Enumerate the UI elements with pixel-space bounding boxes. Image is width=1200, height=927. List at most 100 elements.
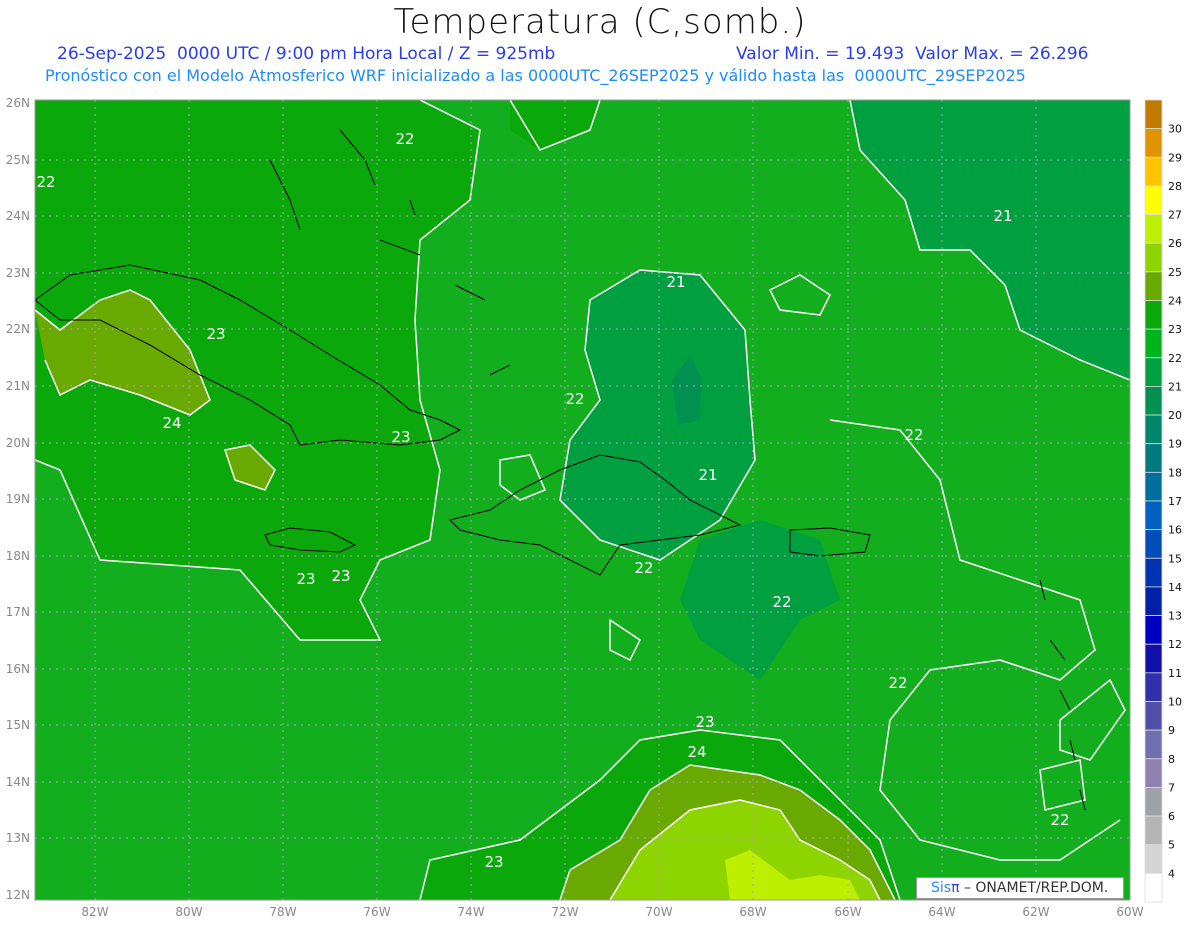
watermark-pi: π: [951, 880, 960, 896]
lon-label: 76W: [363, 905, 390, 919]
colorbar-swatch: [1144, 386, 1163, 416]
watermark: Sisπ – ONAMET/REP.DOM.: [916, 877, 1124, 899]
contour-label: 23: [391, 428, 410, 446]
colorbar-label: 23: [1168, 323, 1182, 336]
colorbar-swatch: [1144, 872, 1163, 903]
colorbar-swatch: [1144, 242, 1163, 273]
colorbar-label: 15: [1168, 552, 1182, 565]
lon-label: 78W: [269, 905, 296, 919]
contour-label: 21: [993, 207, 1012, 225]
lat-label: 13N: [6, 831, 30, 845]
temperature-map: 22 22 21 21 23 24 22 23 22 21 23 23 22 2…: [6, 96, 1182, 919]
colorbar-swatch: [1144, 471, 1163, 502]
colorbar-swatch: [1144, 701, 1163, 731]
colorbar-swatch: [1144, 99, 1163, 130]
colorbar: 30 29 28 27 26 25 24 23 22 21 20 19 18 17 16 15 14 13 12 11…: [1144, 99, 1182, 903]
colorbar-swatch: [1144, 414, 1163, 445]
colorbar-label: 28: [1168, 180, 1182, 193]
colorbar-label: 16: [1168, 524, 1182, 537]
colorbar-label: 30: [1168, 123, 1182, 136]
contour-label: 23: [695, 713, 714, 731]
contour-label: 21: [666, 273, 685, 291]
contour-label: 22: [634, 559, 653, 577]
contour-label: 22: [904, 426, 923, 444]
colorbar-swatch: [1144, 156, 1163, 187]
colorbar-label: 20: [1168, 409, 1182, 422]
colorbar-label: 5: [1168, 839, 1175, 852]
colorbar-label: 10: [1168, 696, 1182, 709]
lat-label: 26N: [6, 96, 30, 110]
contour-label: 24: [162, 414, 181, 432]
lon-axis: 82W 80W 78W 76W 74W 72W 70W 68W 66W 64W …: [81, 905, 1143, 919]
colorbar-swatch: [1144, 357, 1163, 387]
colorbar-label: 22: [1168, 352, 1182, 365]
lat-axis: 26N 25N 24N 23N 22N 21N 20N 19N 18N 17N …: [6, 96, 30, 902]
lat-label: 24N: [6, 209, 30, 223]
colorbar-swatch: [1144, 586, 1163, 616]
colorbar-swatch: [1144, 615, 1163, 645]
lat-label: 22N: [6, 322, 30, 336]
contour-label: 22: [1050, 811, 1069, 829]
lat-label: 25N: [6, 153, 30, 167]
colorbar-label: 8: [1168, 753, 1175, 766]
colorbar-swatch: [1144, 185, 1163, 215]
colorbar-swatch: [1144, 443, 1163, 473]
lon-label: 64W: [928, 905, 955, 919]
colorbar-swatch: [1144, 758, 1163, 788]
colorbar-label: 29: [1168, 151, 1182, 164]
colorbar-swatch: [1144, 128, 1163, 158]
contour-label: 22: [395, 130, 414, 148]
lat-label: 14N: [6, 775, 30, 789]
watermark-text: – ONAMET/REP.DOM.: [959, 880, 1109, 896]
colorbar-label: 6: [1168, 810, 1175, 823]
lon-label: 66W: [834, 905, 861, 919]
contour-label: 22: [888, 674, 907, 692]
colorbar-label: 19: [1168, 438, 1182, 451]
colorbar-label: 13: [1168, 610, 1182, 623]
colorbar-label: 17: [1168, 495, 1182, 508]
lat-label: 12N: [6, 888, 30, 902]
lon-label: 82W: [81, 905, 108, 919]
colorbar-label: 9: [1168, 724, 1175, 737]
colorbar-label: 12: [1168, 638, 1182, 651]
lon-label: 70W: [645, 905, 672, 919]
contour-label: 23: [296, 570, 315, 588]
lat-label: 16N: [6, 662, 30, 676]
contour-label: 21: [698, 466, 717, 484]
contour-label: 22: [772, 593, 791, 611]
colorbar-label: 26: [1168, 237, 1182, 250]
contour-label: 22: [36, 173, 55, 191]
colorbar-swatch: [1144, 300, 1163, 330]
colorbar-swatch: [1144, 672, 1163, 702]
lat-label: 19N: [6, 492, 30, 506]
colorbar-swatch: [1144, 271, 1163, 301]
colorbar-label: 4: [1168, 867, 1175, 880]
colorbar-label: 25: [1168, 266, 1182, 279]
lon-label: 74W: [457, 905, 484, 919]
colorbar-swatch: [1144, 787, 1163, 817]
colorbar-swatch: [1144, 643, 1163, 674]
colorbar-swatch: [1144, 328, 1163, 359]
lon-label: 62W: [1022, 905, 1049, 919]
lat-label: 18N: [6, 549, 30, 563]
colorbar-swatch: [1144, 815, 1163, 846]
lon-label: 60W: [1116, 905, 1143, 919]
colorbar-label: 24: [1168, 295, 1182, 308]
lat-label: 20N: [6, 436, 30, 450]
colorbar-swatch: [1144, 529, 1163, 559]
colorbar-swatch: [1144, 214, 1163, 244]
colorbar-label: 7: [1168, 781, 1175, 794]
contour-label: 23: [206, 325, 225, 343]
contour-label: 23: [484, 853, 503, 871]
lat-label: 23N: [6, 266, 30, 280]
contour-label: 24: [687, 743, 706, 761]
colorbar-label: 11: [1168, 667, 1182, 680]
colorbar-swatch: [1144, 844, 1163, 874]
colorbar-label: 18: [1168, 466, 1182, 479]
contour-label: 23: [331, 567, 350, 585]
lon-label: 80W: [175, 905, 202, 919]
contour-label: 22: [565, 390, 584, 408]
shaded-field: [35, 100, 1130, 900]
lat-label: 17N: [6, 605, 30, 619]
colorbar-swatch: [1144, 500, 1163, 531]
